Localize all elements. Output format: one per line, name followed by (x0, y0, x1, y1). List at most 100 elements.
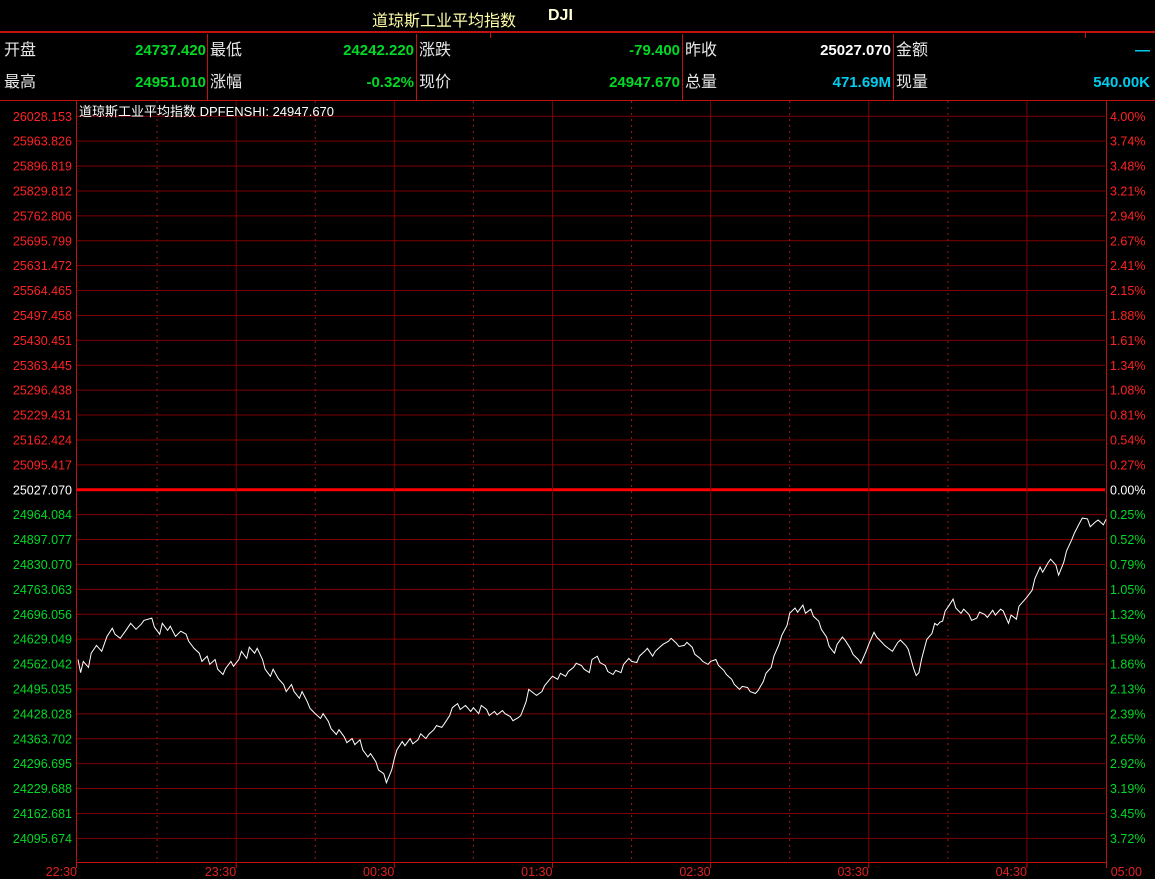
time-axis-label: 23:30 (205, 865, 236, 879)
index-code: DJI (548, 7, 573, 25)
price-axis-label: 25564.465 (13, 284, 72, 298)
label-current-volume: 现量 (896, 72, 928, 94)
percent-axis-label: 1.59% (1110, 633, 1145, 647)
label-amount: 金额 (896, 40, 928, 62)
percent-axis-label: 0.52% (1110, 533, 1145, 547)
price-axis-label: 25762.806 (13, 209, 72, 223)
price-axis-label: 24162.681 (13, 807, 72, 821)
price-axis-label: 25095.417 (13, 458, 72, 472)
percent-axis-label: 1.34% (1110, 359, 1145, 373)
percent-axis-label: 1.86% (1110, 658, 1145, 672)
percent-axis-label: 3.72% (1110, 832, 1145, 846)
price-axis-label: 25497.458 (13, 309, 72, 323)
percent-axis-label: 3.74% (1110, 135, 1145, 149)
price-axis-label: 25162.424 (13, 433, 72, 447)
percent-axis-label: 1.61% (1110, 334, 1145, 348)
percent-axis-label: 3.21% (1110, 184, 1145, 198)
percent-axis-label: 2.13% (1110, 682, 1145, 696)
time-axis-label: 03:30 (837, 865, 868, 879)
value-change: -79.400 (629, 40, 680, 62)
label-volume: 总量 (685, 72, 717, 94)
price-axis-label: 25027.070 (13, 483, 72, 497)
info-column-separator (207, 34, 208, 100)
price-axis-label: 25631.472 (13, 259, 72, 273)
percent-axis-label: 2.94% (1110, 209, 1145, 223)
price-axis-label: 24296.695 (13, 757, 72, 771)
value-high: 24951.010 (135, 72, 206, 94)
label-high: 最高 (4, 72, 36, 94)
info-column-separator (682, 34, 683, 100)
label-open: 开盘 (4, 40, 36, 62)
percent-axis-label: 2.15% (1110, 284, 1145, 298)
value-amount: — (1135, 40, 1150, 62)
percent-axis-label: 2.41% (1110, 259, 1145, 273)
percent-axis-label: 1.32% (1110, 608, 1145, 622)
label-last-price: 现价 (419, 72, 451, 94)
index-title: 道琼斯工业平均指数 (372, 7, 516, 31)
intraday-chart[interactable]: 26028.153 25963.826 25896.819 25829.812 2576… (0, 100, 1155, 879)
app-window: { "title": { "name": "道琼斯工业平均指数", "code"… (0, 0, 1155, 879)
price-axis-label: 24495.035 (13, 682, 72, 696)
price-axis-label: 26028.153 (13, 110, 72, 124)
percent-axis-label: 2.65% (1110, 732, 1145, 746)
value-volume: 471.69M (833, 72, 891, 94)
percent-axis-label: 2.92% (1110, 757, 1145, 771)
price-axis-label: 24897.077 (13, 533, 72, 547)
value-prev-close: 25027.070 (820, 40, 891, 62)
info-column-separator (893, 34, 894, 100)
price-axis-label: 25829.812 (13, 184, 72, 198)
percent-axis-label: 3.48% (1110, 160, 1145, 174)
price-axis-label: 25229.431 (13, 409, 72, 423)
value-current-volume: 540.00K (1093, 72, 1150, 94)
percent-axis-label: 0.54% (1110, 433, 1145, 447)
percent-axis-label: 0.79% (1110, 558, 1145, 572)
price-axis-label: 25896.819 (13, 160, 72, 174)
label-low: 最低 (210, 40, 242, 62)
separator-notch (1085, 31, 1086, 38)
price-axis-label: 25695.799 (13, 234, 72, 248)
price-axis-label: 25296.438 (13, 384, 72, 398)
price-axis-label: 24095.674 (13, 832, 72, 846)
price-axis-label: 24964.084 (13, 508, 72, 522)
percent-axis-label: 0.81% (1110, 409, 1145, 423)
price-axis-label: 24696.056 (13, 608, 72, 622)
percent-axis-label: 4.00% (1110, 110, 1145, 124)
percent-axis-label: 1.88% (1110, 309, 1145, 323)
percent-axis-label: 1.08% (1110, 384, 1145, 398)
label-prev-close: 昨收 (685, 40, 717, 62)
percent-axis-label: 2.67% (1110, 234, 1145, 248)
time-axis-label: 01:30 (521, 865, 552, 879)
info-column-separator (416, 34, 417, 100)
value-last-price: 24947.670 (609, 72, 680, 94)
percent-axis-label: 0.27% (1110, 458, 1145, 472)
value-change-percent: -0.32% (366, 72, 414, 94)
percent-axis-label: 3.19% (1110, 782, 1145, 796)
label-change: 涨跌 (419, 40, 451, 62)
separator-notch (490, 31, 491, 38)
value-low: 24242.220 (343, 40, 414, 62)
price-axis-label: 24428.028 (13, 707, 72, 721)
time-axis-label: 00:30 (363, 865, 394, 879)
price-axis-label: 24363.702 (13, 732, 72, 746)
title-bar: 道琼斯工业平均指数 DJI (0, 0, 1155, 32)
percent-axis-label: 3.45% (1110, 807, 1145, 821)
quote-info-bar: 开盘 24737.420最低 24242.220涨跌 -79.400昨收 25027.0… (0, 33, 1155, 100)
price-axis-label: 24629.049 (13, 633, 72, 647)
price-axis-label: 24562.042 (13, 658, 72, 672)
time-axis-label: 05:00 (1111, 865, 1142, 879)
price-axis-label: 24763.063 (13, 583, 72, 597)
price-axis-label: 24830.070 (13, 558, 72, 572)
chart-overlay-label: 道琼斯工业平均指数 DPFENSHI: 24947.670 (79, 101, 334, 120)
value-open: 24737.420 (135, 40, 206, 62)
time-axis-label: 22:30 (46, 865, 77, 879)
percent-axis-label: 1.05% (1110, 583, 1145, 597)
time-axis-label: 04:30 (996, 865, 1027, 879)
price-axis-label: 25963.826 (13, 135, 72, 149)
price-axis-label: 25363.445 (13, 359, 72, 373)
percent-axis-label: 2.39% (1110, 707, 1145, 721)
time-axis-label: 02:30 (679, 865, 710, 879)
price-axis-label: 24229.688 (13, 782, 72, 796)
label-change-percent: 涨幅 (210, 72, 242, 94)
price-line (78, 518, 1106, 783)
percent-axis-label: 0.00% (1110, 483, 1145, 497)
